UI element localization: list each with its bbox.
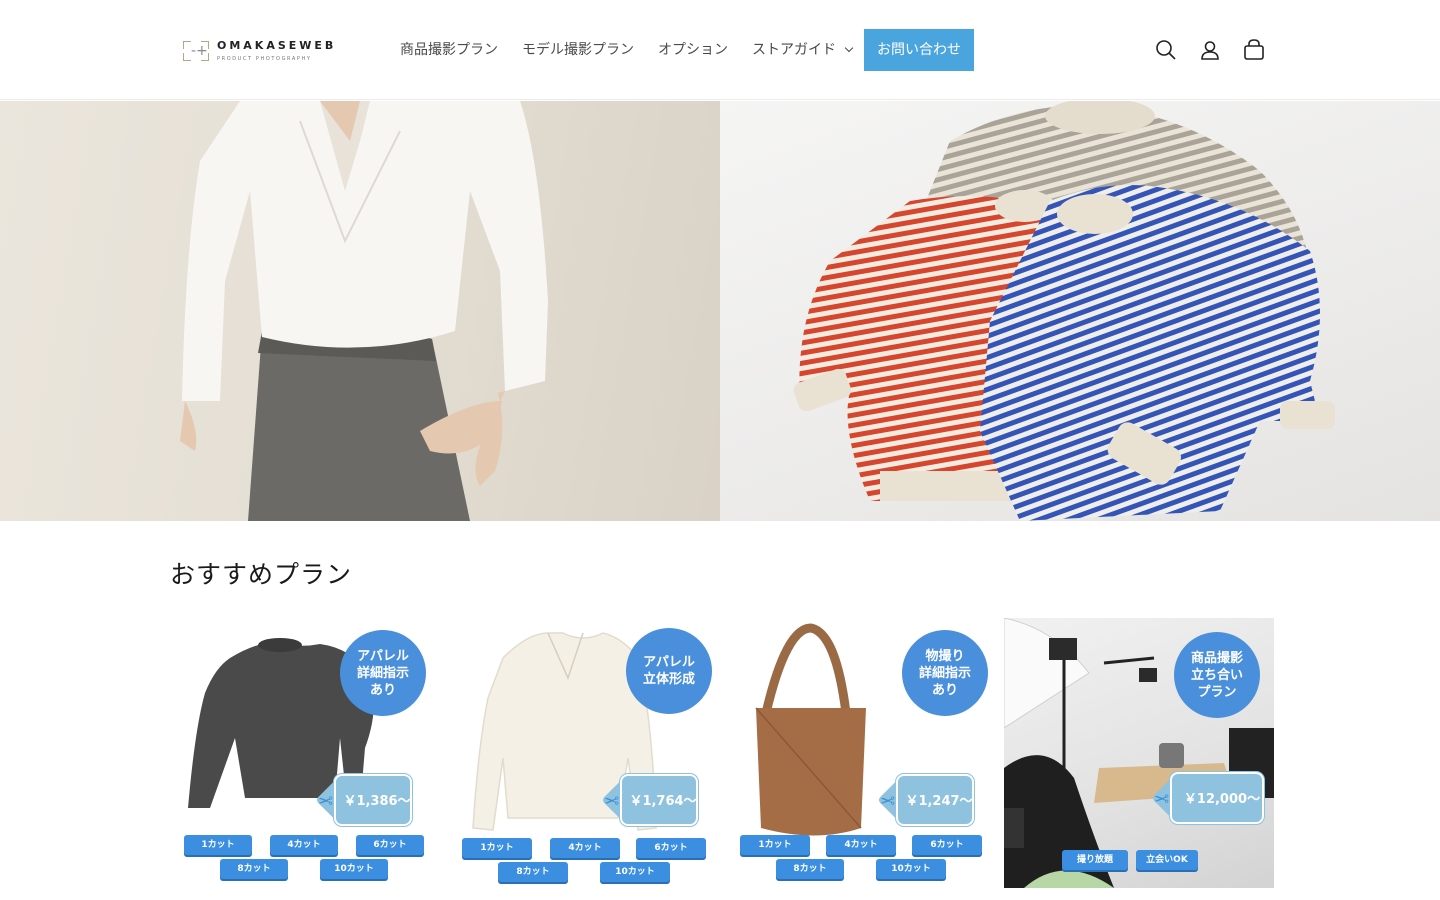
plan-badge: アパレル 立体形成 bbox=[626, 628, 712, 714]
logo-tagline: PRODUCT PHOTOGRAPHY bbox=[217, 56, 312, 62]
cut-option-8[interactable]: 8カット bbox=[498, 862, 568, 882]
site-header: -+ OMAKASEWEB PRODUCT PHOTOGRAPHY 商品撮影プラ… bbox=[0, 0, 1440, 100]
plan-badge-text: アパレル 詳細指示 あり bbox=[356, 648, 409, 698]
scissors-icon: ✂ bbox=[604, 789, 620, 810]
plan-badge-text: 商品撮影 立ち合い プラン bbox=[1190, 650, 1243, 700]
plan-badge: 物撮り 詳細指示 あり bbox=[902, 630, 988, 716]
cut-option-4[interactable]: 4カット bbox=[550, 838, 620, 858]
cut-option-6[interactable]: 6カット bbox=[356, 835, 424, 855]
plan-price: ￥1,386〜 bbox=[343, 794, 411, 809]
price-tag: ✂ ￥12,000〜 bbox=[1151, 772, 1264, 824]
price-tag: ✂ ￥1,247〜 bbox=[877, 774, 974, 826]
plan-price: ￥12,000〜 bbox=[1183, 792, 1261, 807]
plan-cards: アパレル 詳細指示 あり ✂ ￥1,386〜 1カット 4カット 6カット 8カ… bbox=[170, 618, 1274, 888]
site-logo[interactable]: -+ OMAKASEWEB PRODUCT PHOTOGRAPHY bbox=[183, 34, 348, 68]
plan-badge-text: 物撮り 詳細指示 あり bbox=[918, 648, 971, 698]
cut-option-6[interactable]: 6カット bbox=[912, 835, 982, 855]
cart-icon[interactable] bbox=[1236, 32, 1272, 68]
logo-name: OMAKASEWEB bbox=[217, 39, 337, 52]
price-tag: ✂ ￥1,386〜 bbox=[315, 774, 412, 826]
plan-badge: 商品撮影 立ち合い プラン bbox=[1174, 632, 1260, 718]
search-icon[interactable] bbox=[1148, 32, 1184, 68]
plan-badge-text: アパレル 立体形成 bbox=[642, 655, 695, 687]
main-nav: 商品撮影プラン モデル撮影プラン オプション ストアガイド お問い合わせ bbox=[388, 29, 974, 71]
hero-image-sweaters[interactable] bbox=[720, 101, 1440, 521]
cut-option-8[interactable]: 8カット bbox=[220, 859, 288, 879]
nav-item-model-photo-plan[interactable]: モデル撮影プラン bbox=[510, 29, 646, 71]
cut-option-6[interactable]: 6カット bbox=[636, 838, 706, 858]
cut-option-1[interactable]: 1カット bbox=[740, 835, 810, 855]
cut-option-10[interactable]: 10カット bbox=[876, 859, 946, 879]
account-icon[interactable] bbox=[1192, 32, 1228, 68]
sweaters-illustration bbox=[793, 101, 1335, 521]
option-attendance-ok[interactable]: 立会いOK bbox=[1136, 850, 1198, 870]
section-title: おすすめプラン bbox=[170, 560, 353, 589]
plan-price: ￥1,764〜 bbox=[629, 794, 697, 809]
nav-item-product-photo-plan[interactable]: 商品撮影プラン bbox=[388, 29, 510, 71]
cut-option-10[interactable]: 10カット bbox=[600, 862, 670, 882]
plan-card-apparel-3d[interactable]: アパレル 立体形成 ✂ ￥1,764〜 1カット 4カット 6カット 8カット … bbox=[448, 618, 718, 888]
model-illustration bbox=[180, 101, 548, 521]
hero-image-model[interactable] bbox=[0, 101, 720, 521]
plan-card-studio-attend[interactable]: 商品撮影 立ち合い プラン ✂ ￥12,000〜 撮り放題 立会いOK bbox=[1004, 618, 1274, 888]
option-unlimited-shots[interactable]: 撮り放題 bbox=[1062, 850, 1128, 870]
cut-option-1[interactable]: 1カット bbox=[462, 838, 532, 858]
plan-card-product-detailed[interactable]: 物撮り 詳細指示 あり ✂ ￥1,247〜 1カット 4カット 6カット 8カッ… bbox=[726, 618, 996, 888]
scissors-icon: ✂ bbox=[318, 789, 334, 810]
nav-item-store-guide[interactable]: ストアガイド bbox=[740, 29, 864, 71]
cut-option-8[interactable]: 8カット bbox=[776, 859, 844, 879]
cut-option-10[interactable]: 10カット bbox=[320, 859, 388, 879]
nav-item-options[interactable]: オプション bbox=[646, 29, 740, 71]
scissors-icon: ✂ bbox=[1154, 787, 1170, 808]
cut-option-1[interactable]: 1カット bbox=[184, 835, 252, 855]
hero-banner bbox=[0, 101, 1440, 521]
cut-option-4[interactable]: 4カット bbox=[270, 835, 338, 855]
logo-icon: -+ bbox=[183, 41, 209, 61]
chevron-down-icon bbox=[844, 43, 854, 53]
plan-badge: アパレル 詳細指示 あり bbox=[340, 630, 426, 716]
scissors-icon: ✂ bbox=[880, 789, 896, 810]
price-tag: ✂ ￥1,764〜 bbox=[601, 774, 698, 826]
header-icons bbox=[1148, 32, 1272, 68]
plan-price: ￥1,247〜 bbox=[905, 794, 973, 809]
nav-item-store-guide-label: ストアガイド bbox=[752, 42, 836, 58]
plan-card-apparel-detailed[interactable]: アパレル 詳細指示 あり ✂ ￥1,386〜 1カット 4カット 6カット 8カ… bbox=[170, 618, 440, 888]
contact-button[interactable]: お問い合わせ bbox=[864, 29, 974, 71]
cut-option-4[interactable]: 4カット bbox=[826, 835, 896, 855]
